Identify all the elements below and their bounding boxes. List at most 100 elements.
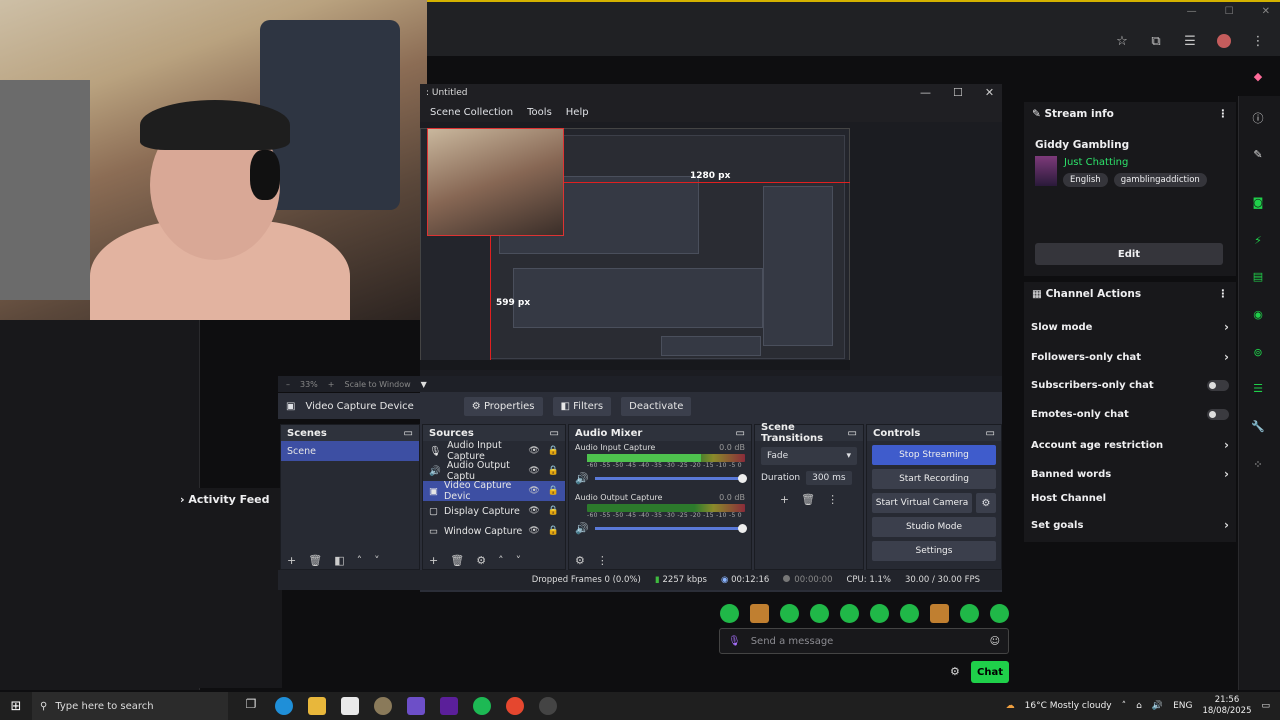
preview-webcam-source[interactable] xyxy=(427,128,564,236)
source-item[interactable]: ▣ Video Capture Devic 👁 🔒 xyxy=(423,480,565,502)
more-menu-icon[interactable]: ⋮ xyxy=(1218,288,1229,300)
speaker-icon[interactable]: 🔊 xyxy=(575,472,589,485)
notifications-icon[interactable]: ▭ xyxy=(1261,701,1270,711)
emote-icon[interactable] xyxy=(840,604,859,623)
start-recording-button[interactable]: Start Recording xyxy=(872,469,996,489)
app-logo-icon[interactable]: ◆ xyxy=(1250,70,1266,86)
advanced-audio-icon[interactable]: ⚙ xyxy=(575,554,585,567)
obs-running-icon[interactable] xyxy=(539,697,557,715)
action-subscribers-only[interactable]: Subscribers-only chat xyxy=(1031,380,1229,391)
chat-send-button[interactable]: Chat xyxy=(971,661,1009,683)
emote-icon[interactable] xyxy=(780,604,799,623)
emote-icon[interactable] xyxy=(870,604,889,623)
dock-undock-icon[interactable]: ▭ xyxy=(736,428,745,439)
eye-icon[interactable]: 👁 xyxy=(528,466,539,476)
task-view-icon[interactable]: ❐ xyxy=(242,697,260,715)
action-banned-words[interactable]: Banned words › xyxy=(1031,467,1229,481)
action-followers-only[interactable]: Followers-only chat › xyxy=(1031,350,1229,364)
volume-icon[interactable]: 🔊 xyxy=(1152,701,1163,711)
eye-icon[interactable]: 👁 xyxy=(528,526,539,536)
add-icon[interactable]: + xyxy=(429,554,438,567)
more-menu-icon[interactable]: ⋮ xyxy=(597,554,608,567)
action-set-goals[interactable]: Set goals › xyxy=(1031,518,1229,532)
spotify-icon[interactable] xyxy=(473,697,491,715)
clock[interactable]: 21:56 18/08/2025 xyxy=(1202,695,1251,717)
action-slow-mode[interactable]: Slow mode › xyxy=(1031,320,1229,334)
volume-knob[interactable] xyxy=(738,524,747,533)
lock-icon[interactable]: 🔒 xyxy=(548,446,559,456)
obs-app-icon[interactable] xyxy=(407,697,425,715)
obs-title-bar[interactable] xyxy=(420,84,1002,102)
studio-mode-button[interactable]: Studio Mode xyxy=(872,517,996,537)
maximize-icon[interactable]: ☐ xyxy=(953,86,963,99)
list-icon[interactable]: ☰ xyxy=(1250,382,1266,398)
maximize-icon[interactable]: ☐ xyxy=(1225,6,1234,17)
tag[interactable]: English xyxy=(1063,173,1108,187)
store-icon[interactable] xyxy=(341,697,359,715)
network-icon[interactable]: ⌂ xyxy=(1136,701,1142,711)
emote-icon[interactable] xyxy=(750,604,769,623)
language-indicator[interactable]: ENG xyxy=(1173,701,1192,711)
scene-item[interactable]: Scene xyxy=(281,441,419,461)
media-icon[interactable]: ☰ xyxy=(1182,34,1198,52)
settings-app-icon[interactable] xyxy=(374,697,392,715)
zoom-out-icon[interactable]: – xyxy=(286,380,290,389)
dock-undock-icon[interactable]: ▭ xyxy=(550,428,559,439)
profile-avatar[interactable] xyxy=(1216,34,1232,52)
gear-icon[interactable]: ⚙ xyxy=(950,665,960,678)
volume-slider[interactable] xyxy=(594,524,747,533)
action-host-channel[interactable]: Host Channel xyxy=(1031,493,1229,504)
chevron-right-icon[interactable]: › xyxy=(180,493,185,506)
extensions-icon[interactable]: ⧉ xyxy=(1148,34,1164,52)
microphone-icon[interactable]: 🎙 xyxy=(728,636,741,647)
kick-app-icon[interactable] xyxy=(440,697,458,715)
chat-bubble-icon[interactable]: ◉ xyxy=(1250,308,1266,324)
emote-icon[interactable] xyxy=(930,604,949,623)
start-virtual-camera-button[interactable]: Start Virtual Camera xyxy=(872,493,972,513)
clip-icon[interactable]: ◙ xyxy=(1250,196,1266,212)
emote-icon[interactable] xyxy=(990,604,1009,623)
emote-icon[interactable] xyxy=(720,604,739,623)
minimize-icon[interactable]: — xyxy=(1187,6,1197,17)
close-icon[interactable]: ✕ xyxy=(1262,6,1270,17)
emote-icon[interactable] xyxy=(960,604,979,623)
lock-icon[interactable]: 🔒 xyxy=(548,526,559,536)
broadcast-icon[interactable]: ⊚ xyxy=(1250,346,1266,362)
stop-streaming-button[interactable]: Stop Streaming xyxy=(872,445,996,465)
trash-icon[interactable]: 🗑 xyxy=(801,493,815,506)
chevron-up-icon[interactable]: ˄ xyxy=(1122,701,1127,711)
lock-icon[interactable]: 🔒 xyxy=(548,486,559,496)
edit-stream-info-button[interactable]: Edit xyxy=(1035,243,1223,265)
filters-button[interactable]: ◧ Filters xyxy=(552,396,612,416)
pencil-icon[interactable]: ✎ xyxy=(1250,148,1266,164)
settings-button[interactable]: Settings xyxy=(872,541,996,561)
chevron-down-icon[interactable]: ˅ xyxy=(374,554,380,567)
chevron-down-icon[interactable]: ˅ xyxy=(516,554,522,567)
weather-icon[interactable]: ☁ xyxy=(1006,701,1015,711)
bookmark-star-icon[interactable]: ☆ xyxy=(1114,34,1130,52)
emote-icon[interactable] xyxy=(900,604,919,623)
source-item[interactable]: ▭ Window Capture 👁 🔒 xyxy=(423,521,565,541)
action-emotes-only[interactable]: Emotes-only chat xyxy=(1031,409,1229,420)
dock-undock-icon[interactable]: ▭ xyxy=(848,428,857,439)
lock-icon[interactable]: 🔒 xyxy=(548,466,559,476)
windows-start-icon[interactable]: ⊞ xyxy=(0,699,32,714)
subscribers-only-toggle[interactable] xyxy=(1207,380,1229,391)
source-item[interactable]: 🔊 Audio Output Captu 👁 🔒 xyxy=(423,460,565,482)
volume-knob[interactable] xyxy=(738,474,747,483)
zoom-in-icon[interactable]: + xyxy=(328,380,335,389)
info-icon[interactable]: ⓘ xyxy=(1250,110,1266,126)
edge-browser-icon[interactable] xyxy=(275,697,293,715)
lock-icon[interactable]: 🔒 xyxy=(548,506,559,516)
extensions-icon[interactable]: ⁘ xyxy=(1250,458,1266,474)
emotes-only-toggle[interactable] xyxy=(1207,409,1229,420)
filter-icon[interactable]: ◧ xyxy=(334,554,344,567)
gear-icon[interactable]: ⚙ xyxy=(476,554,486,567)
chevron-up-icon[interactable]: ˄ xyxy=(498,554,504,567)
menu-scene-collection[interactable]: Scene Collection xyxy=(430,107,513,118)
file-explorer-icon[interactable] xyxy=(308,697,326,715)
eye-icon[interactable]: 👁 xyxy=(528,506,539,516)
scale-to-window[interactable]: Scale to Window xyxy=(344,380,410,389)
document-icon[interactable]: ▤ xyxy=(1250,270,1266,286)
speaker-icon[interactable]: 🔊 xyxy=(575,522,589,535)
